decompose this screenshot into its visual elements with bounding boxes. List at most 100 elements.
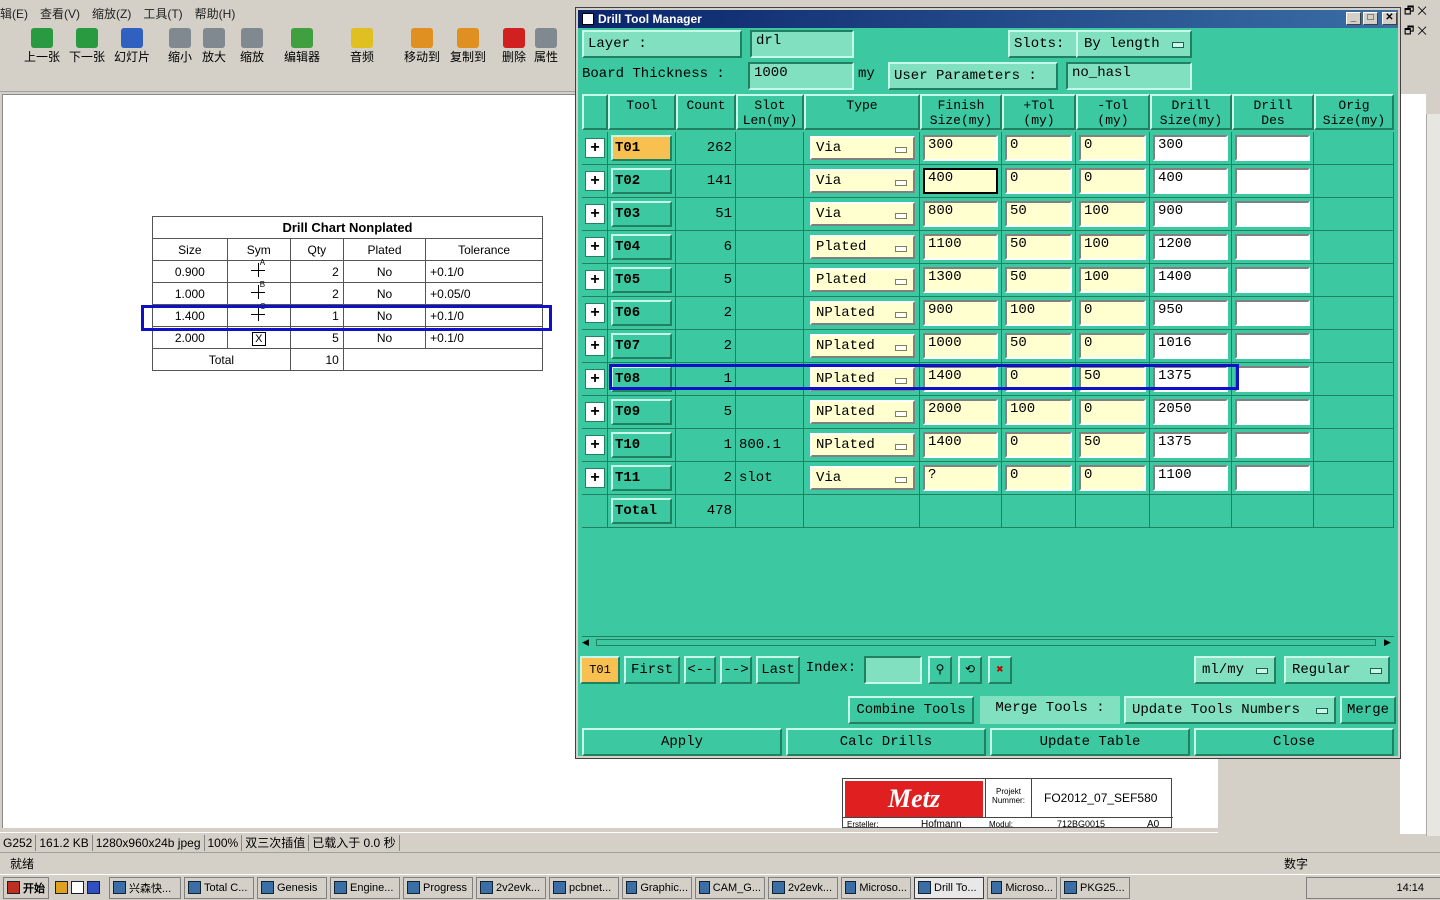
ptol-input[interactable]: 100 xyxy=(1005,300,1072,326)
toolbar-button[interactable]: 复制到 xyxy=(446,28,490,72)
menu-item[interactable]: 查看(V) xyxy=(40,5,80,22)
ptol-input[interactable]: 0 xyxy=(1005,366,1072,392)
finish-input[interactable]: 1300 xyxy=(923,267,998,293)
type-select[interactable]: NPlated xyxy=(810,400,915,424)
mtol-input[interactable]: 0 xyxy=(1079,300,1146,326)
ptol-input[interactable]: 50 xyxy=(1005,333,1072,359)
vertical-scrollbar[interactable] xyxy=(1426,114,1440,836)
type-select[interactable]: Plated xyxy=(810,235,915,259)
table-hscrollbar[interactable]: ◀ ▶ xyxy=(582,636,1394,648)
drill-des-input[interactable] xyxy=(1235,333,1310,359)
index-field[interactable] xyxy=(864,656,922,684)
drill-des-input[interactable] xyxy=(1235,465,1310,491)
drill-input[interactable]: 1100 xyxy=(1153,465,1228,491)
calc-drills-button[interactable]: Calc Drills xyxy=(786,728,986,756)
ptol-input[interactable]: 50 xyxy=(1005,234,1072,260)
drill-input[interactable]: 1016 xyxy=(1153,333,1228,359)
finish-input[interactable]: 2000 xyxy=(923,399,998,425)
drill-des-input[interactable] xyxy=(1235,168,1310,194)
menu-item[interactable]: 帮助(H) xyxy=(195,5,236,22)
taskbar-item[interactable]: 兴森快... xyxy=(109,876,181,899)
tool-button[interactable]: T02 xyxy=(611,168,672,194)
mtol-input[interactable]: 0 xyxy=(1079,399,1146,425)
finish-input[interactable]: 1100 xyxy=(923,234,998,260)
ptol-input[interactable]: 0 xyxy=(1005,168,1072,194)
units-select[interactable]: ml/my xyxy=(1194,656,1276,684)
prev-button[interactable]: <-- xyxy=(684,656,716,684)
update-table-button[interactable]: Update Table xyxy=(990,728,1190,756)
menu-item[interactable]: 辑(E) xyxy=(0,5,28,22)
expand-plus-icon[interactable]: + xyxy=(585,468,605,488)
finish-input[interactable]: 1400 xyxy=(923,366,998,392)
taskbar-item[interactable]: Drill To... xyxy=(914,876,984,899)
mtol-input[interactable]: 0 xyxy=(1079,333,1146,359)
tool-button[interactable]: T07 xyxy=(611,333,672,359)
expand-plus-icon[interactable]: + xyxy=(585,270,605,290)
finish-input[interactable]: ? xyxy=(923,465,998,491)
first-button[interactable]: First xyxy=(624,656,680,684)
start-button[interactable]: 开始 xyxy=(3,876,49,899)
finish-input[interactable]: 300 xyxy=(923,135,998,161)
toolbar-button[interactable]: 缩放 xyxy=(230,28,274,72)
drill-des-input[interactable] xyxy=(1235,432,1310,458)
toolbar-button[interactable]: 音频 xyxy=(340,28,384,72)
finish-input[interactable]: 1400 xyxy=(923,432,998,458)
type-select[interactable]: NPlated xyxy=(810,301,915,325)
taskbar-item[interactable]: CAM_G... xyxy=(695,876,765,899)
toolbar-button[interactable]: 编辑器 xyxy=(280,28,324,72)
scroll-thumb[interactable] xyxy=(596,639,1376,646)
menu-item[interactable]: 缩放(Z) xyxy=(92,5,131,22)
user-parameters-field[interactable]: no_hasl xyxy=(1066,62,1192,90)
dtm-titlebar[interactable]: Drill Tool Manager _ □ ✕ xyxy=(578,10,1398,28)
mtol-input[interactable]: 50 xyxy=(1079,366,1146,392)
tool-button[interactable]: T08 xyxy=(611,366,672,392)
drill-input[interactable]: 2050 xyxy=(1153,399,1228,425)
tool-button[interactable]: T11 xyxy=(611,465,672,491)
taskbar-item[interactable]: Engine... xyxy=(330,876,400,899)
mtol-input[interactable]: 0 xyxy=(1079,135,1146,161)
ptol-input[interactable]: 0 xyxy=(1005,135,1072,161)
expand-plus-icon[interactable]: + xyxy=(585,204,605,224)
finish-input[interactable]: 1000 xyxy=(923,333,998,359)
drill-input[interactable]: 1200 xyxy=(1153,234,1228,260)
drill-input[interactable]: 400 xyxy=(1153,168,1228,194)
drill-des-input[interactable] xyxy=(1235,366,1310,392)
maximize-button[interactable]: □ xyxy=(1363,12,1378,25)
expand-plus-icon[interactable]: + xyxy=(585,303,605,323)
finish-input[interactable]: 400 xyxy=(923,168,998,194)
taskbar-item[interactable]: Microso... xyxy=(987,876,1057,899)
finish-input[interactable]: 900 xyxy=(923,300,998,326)
ptol-input[interactable]: 50 xyxy=(1005,267,1072,293)
drill-des-input[interactable] xyxy=(1235,234,1310,260)
board-thickness-field[interactable]: 1000 xyxy=(748,62,854,90)
taskbar-item[interactable]: Progress xyxy=(403,876,473,899)
type-select[interactable]: Plated xyxy=(810,268,915,292)
menu-item[interactable]: 工具(T) xyxy=(143,5,182,22)
expand-plus-icon[interactable]: + xyxy=(585,435,605,455)
mtol-input[interactable]: 100 xyxy=(1079,201,1146,227)
type-select[interactable]: NPlated xyxy=(810,334,915,358)
type-select[interactable]: Via xyxy=(810,202,915,226)
tool-button[interactable]: T09 xyxy=(611,399,672,425)
ptol-input[interactable]: 100 xyxy=(1005,399,1072,425)
expand-plus-icon[interactable]: + xyxy=(585,138,605,158)
scroll-left-icon[interactable]: ◀ xyxy=(582,637,592,648)
type-select[interactable]: Via xyxy=(810,136,915,160)
type-select[interactable]: Via xyxy=(810,169,915,193)
merge-mode-select[interactable]: Update Tools Numbers xyxy=(1124,696,1336,724)
expand-plus-icon[interactable]: + xyxy=(585,237,605,257)
taskbar-item[interactable]: Total C... xyxy=(184,876,254,899)
ptol-input[interactable]: 50 xyxy=(1005,201,1072,227)
tool-button[interactable]: T03 xyxy=(611,201,672,227)
taskbar-item[interactable]: PKG25... xyxy=(1060,876,1130,899)
taskbar-item[interactable]: 2v2evk... xyxy=(476,876,546,899)
taskbar-item[interactable]: 2v2evk... xyxy=(768,876,838,899)
mtol-input[interactable]: 100 xyxy=(1079,267,1146,293)
drill-input[interactable]: 1375 xyxy=(1153,432,1228,458)
merge-button[interactable]: Merge xyxy=(1340,696,1396,724)
apply-button[interactable]: Apply xyxy=(582,728,782,756)
drill-des-input[interactable] xyxy=(1235,300,1310,326)
ptol-input[interactable]: 0 xyxy=(1005,432,1072,458)
tool-button[interactable]: T06 xyxy=(611,300,672,326)
drill-des-input[interactable] xyxy=(1235,135,1310,161)
